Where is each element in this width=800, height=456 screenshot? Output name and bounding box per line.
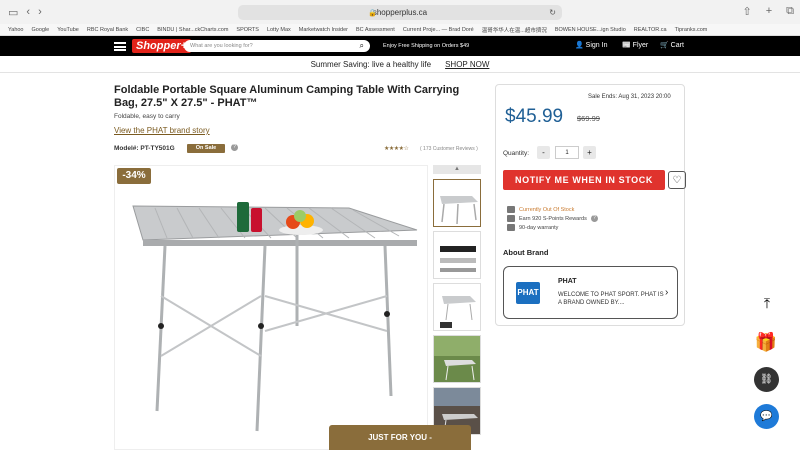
search-placeholder: What are you looking for? — [190, 43, 253, 49]
on-sale-badge: On Sale — [187, 144, 225, 153]
sign-in-link[interactable]: 👤 Sign In — [575, 41, 607, 49]
stock-status: Currently Out Of Stock — [507, 206, 574, 213]
thumbnail[interactable] — [433, 231, 481, 279]
thumbnails-up-icon[interactable]: ▲ — [433, 165, 481, 174]
product-title: Foldable Portable Square Aluminum Campin… — [114, 84, 460, 109]
rewards-icon — [507, 215, 515, 222]
address-bar[interactable]: 🔒 shopperplus.ca ↻ — [238, 5, 562, 20]
browser-toolbar: ▭ ‹ › 🔒 shopperplus.ca ↻ ⇧ + ⧉ — [0, 0, 800, 24]
sign-in-label: Sign In — [585, 42, 608, 49]
rating-stars: ★★★★☆ — [384, 146, 409, 152]
back-icon[interactable]: ‹ — [26, 6, 30, 18]
discount-badge: -34% — [117, 168, 151, 184]
info-icon[interactable]: ? — [231, 144, 238, 151]
shop-now-link[interactable]: SHOP NOW — [445, 60, 489, 69]
share-icon[interactable]: ⇧ — [742, 5, 751, 18]
promo-bar: Summer Saving: live a healthy life SHOP … — [0, 56, 800, 73]
notify-me-button[interactable]: NOTIFY ME WHEN IN STOCK — [503, 170, 665, 190]
rewards-text: Earn 920 S-Points Rewards — [519, 215, 587, 222]
thumbnail[interactable] — [433, 283, 481, 331]
wishlist-heart-icon[interactable]: ♡ — [668, 171, 686, 189]
brand-description: WELCOME TO PHAT SPORT. PHAT IS A BRAND O… — [558, 292, 664, 306]
bookmark[interactable]: Yahoo — [8, 27, 24, 33]
wrench-icon — [507, 224, 515, 231]
search-input[interactable]: What are you looking for? ⌕ — [184, 40, 370, 52]
rewards-info-icon[interactable]: ? — [590, 215, 598, 222]
stock-status-text: Currently Out Of Stock — [519, 206, 575, 213]
cart-label: Cart — [670, 42, 684, 49]
tabs-overview-icon[interactable]: ⧉ — [786, 5, 794, 18]
search-icon[interactable]: ⌕ — [360, 40, 364, 52]
bookmark[interactable]: CIBC — [136, 27, 149, 33]
new-tab-icon[interactable]: + — [766, 5, 772, 18]
cart-icon: 🛒 — [660, 42, 669, 49]
thumbnail[interactable] — [433, 179, 481, 227]
quantity-input[interactable]: 1 — [555, 146, 579, 159]
cart-link[interactable]: 🛒 Cart — [660, 41, 684, 49]
brand-logo: PHAT — [516, 282, 540, 304]
brand-name: PHAT — [558, 278, 577, 285]
current-price: $45.99 — [505, 106, 564, 127]
about-brand-heading: About Brand — [503, 248, 549, 257]
thumbnail[interactable] — [433, 335, 481, 383]
bookmark[interactable]: Current Proje... — Brad Doré — [403, 27, 474, 33]
user-icon: 👤 — [575, 42, 584, 49]
warranty-info: 90-day warranty — [507, 224, 558, 231]
bookmark[interactable]: BC Assessment — [356, 27, 395, 33]
original-price: $69.99 — [577, 114, 600, 123]
chevron-right-icon[interactable]: › — [665, 287, 668, 298]
menu-icon[interactable] — [114, 41, 126, 51]
forward-icon[interactable]: › — [38, 6, 42, 18]
bookmark[interactable]: REALTOR.ca — [634, 27, 667, 33]
flyer-icon: 📰 — [622, 42, 631, 49]
just-for-you-tab[interactable]: JUST FOR YOU - — [329, 425, 471, 450]
model-number: Model#: PT-TY501G — [114, 145, 175, 152]
rewards-info: Earn 920 S-Points Rewards ? — [507, 215, 598, 222]
brand-story-link[interactable]: View the PHAT brand story — [114, 126, 210, 135]
bookmark[interactable]: Google — [32, 27, 50, 33]
thumbnail-strip: ▲ — [433, 165, 481, 450]
quantity-decrease-button[interactable]: - — [537, 146, 550, 159]
product-image[interactable] — [114, 165, 428, 450]
bookmark[interactable]: BOWEN HOUSE...ign Studio — [555, 27, 626, 33]
bookmark[interactable]: Lotty Max — [267, 27, 291, 33]
back-to-top-icon[interactable]: ⤒ — [755, 291, 779, 315]
gift-icon[interactable]: 🎁 — [751, 328, 781, 356]
bookmark[interactable]: BINDU | Shar...ckCharts.com — [157, 27, 228, 33]
bookmarks-bar: Yahoo Google YouTube RBC Royal Bank CIBC… — [0, 24, 800, 36]
promo-text: Summer Saving: live a healthy life — [310, 59, 432, 69]
bookmark[interactable]: RBC Royal Bank — [87, 27, 128, 33]
bookmark[interactable]: 温哥华华人在温...超市擠況 — [482, 26, 547, 34]
lock-icon: 🔒 — [368, 9, 377, 17]
free-shipping-banner: Enjoy Free Shipping on Orders $49 — [383, 43, 470, 49]
url-text: shopperplus.ca — [372, 8, 428, 17]
flyer-label: Flyer — [632, 42, 649, 49]
reload-icon[interactable]: ↻ — [549, 8, 556, 17]
sidebar-icon[interactable]: ▭ — [8, 6, 18, 19]
bookmark[interactable]: SPORTS — [236, 27, 259, 33]
bookmark[interactable]: YouTube — [57, 27, 79, 33]
reviews-link[interactable]: ( 173 Customer Reviews ) — [420, 146, 478, 152]
share-link-icon[interactable]: ⛓ — [754, 367, 779, 392]
bookmark[interactable]: Tipranks.com — [675, 27, 708, 33]
site-logo[interactable]: Shopper+ — [132, 39, 192, 53]
warranty-text: 90-day warranty — [519, 224, 559, 231]
bookmark[interactable]: Marketwatch Insider — [299, 27, 348, 33]
chat-icon[interactable]: 💬 — [754, 404, 779, 429]
camping-table-image — [132, 202, 418, 432]
quantity-increase-button[interactable]: + — [583, 146, 596, 159]
truck-icon — [507, 206, 515, 213]
flyer-link[interactable]: 📰 Flyer — [622, 41, 648, 49]
quantity-label: Quantity: — [503, 150, 530, 157]
sale-ends-text: Sale Ends: Aug 31, 2023 20:00 — [588, 94, 671, 100]
product-subtitle: Foldable, easy to carry — [114, 113, 180, 120]
